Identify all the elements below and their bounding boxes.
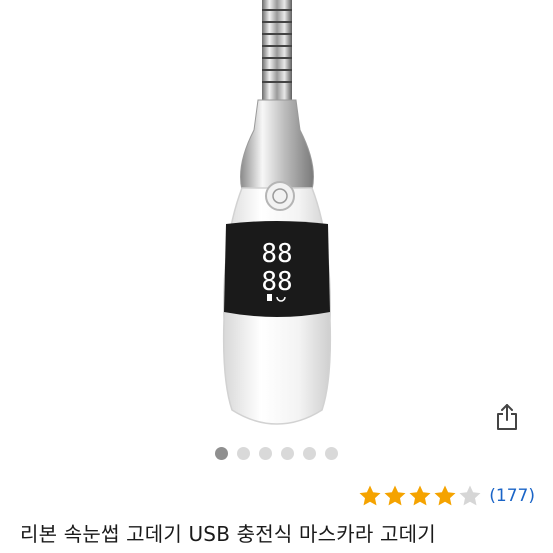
product-title: 리본 속눈썹 고데기 USB 충전식 마스카라 고데기	[20, 522, 436, 546]
star-icon	[434, 485, 456, 506]
carousel-dot[interactable]	[325, 446, 338, 460]
carousel-dot[interactable]	[281, 446, 294, 460]
share-icon	[497, 404, 517, 430]
product-image[interactable]: 88 88	[0, 0, 553, 440]
eyelash-curler-illustration: 88 88	[222, 0, 332, 425]
star-icon	[459, 485, 481, 506]
share-button[interactable]	[492, 402, 522, 432]
battery-icon	[267, 294, 272, 301]
star-icon	[384, 485, 406, 506]
star-icon	[359, 485, 381, 506]
display-digits-top: 88	[261, 239, 292, 269]
rating-count[interactable]: (177)	[489, 486, 535, 506]
rating-summary[interactable]: (177)	[358, 483, 535, 509]
star-rating	[358, 484, 482, 508]
carousel-indicators	[0, 446, 553, 460]
display-digits-bottom: 88	[261, 267, 292, 297]
carousel-dot[interactable]	[215, 446, 228, 460]
carousel-dot[interactable]	[237, 446, 250, 460]
carousel-dot[interactable]	[259, 446, 272, 460]
star-icon	[409, 485, 431, 506]
carousel-dot[interactable]	[303, 446, 316, 460]
